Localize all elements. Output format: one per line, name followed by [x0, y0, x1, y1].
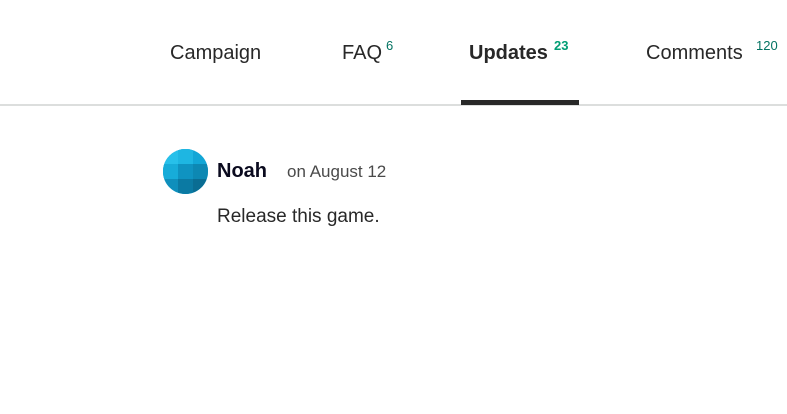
- post-date: on August 12: [287, 162, 387, 181]
- project-tab-bar: Campaign FAQ 6 Updates 23 Comments 120: [0, 0, 787, 106]
- comment-body: Release this game.: [217, 206, 380, 227]
- project-page: Campaign FAQ 6 Updates 23 Comments 120 N…: [0, 0, 787, 414]
- tab-updates-label: Updates: [469, 42, 548, 64]
- author-name[interactable]: Noah: [217, 158, 267, 184]
- tab-comments-label: Comments: [646, 42, 743, 64]
- tab-faq-label: FAQ: [342, 42, 383, 64]
- avatar[interactable]: [163, 149, 208, 194]
- tab-comments-count: 120: [756, 38, 778, 53]
- tab-faq-count: 6: [386, 38, 394, 53]
- tab-campaign-label: Campaign: [170, 42, 262, 64]
- tab-updates-count: 23: [554, 38, 569, 53]
- active-tab-indicator: [461, 100, 579, 105]
- avatar-pattern-icon: [163, 149, 208, 194]
